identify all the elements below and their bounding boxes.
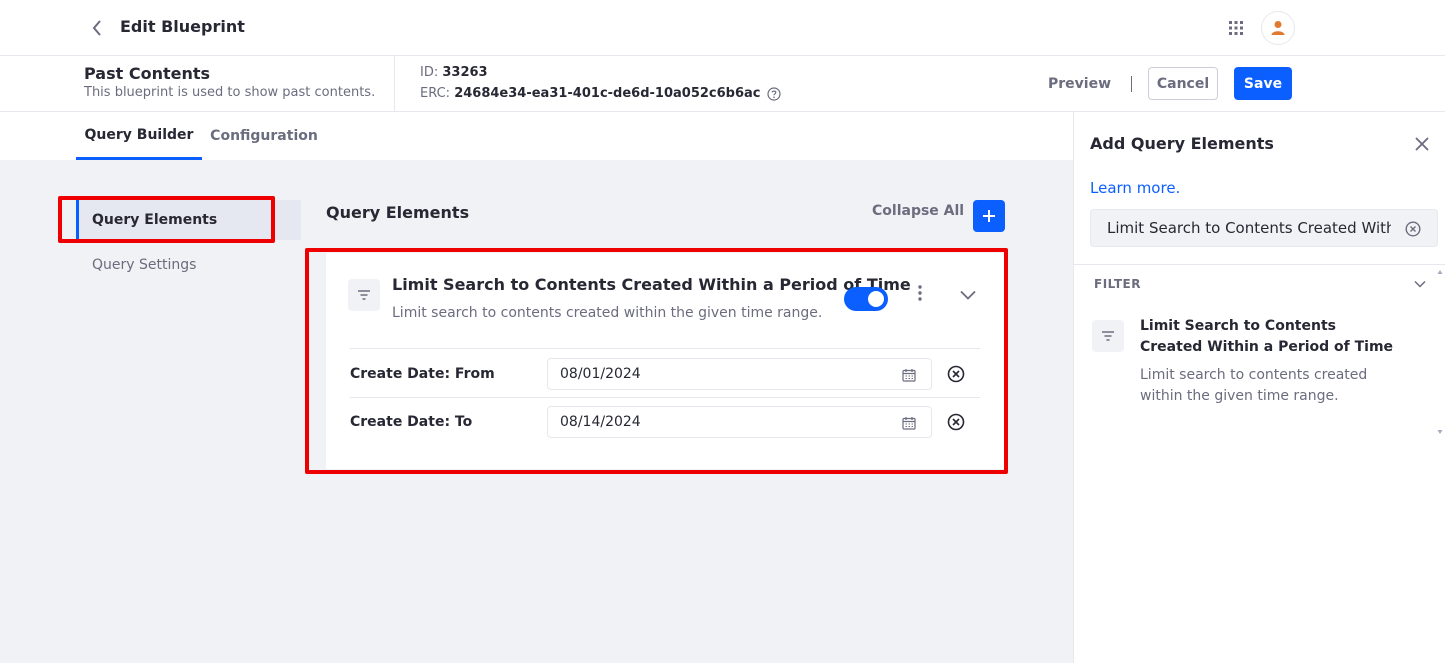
divider (350, 348, 980, 349)
clear-from-button[interactable] (946, 364, 966, 384)
tabs-bar: Query Builder Configuration (0, 112, 1073, 160)
chevron-down-icon (960, 290, 976, 300)
date-value-to: 08/14/2024 (560, 414, 641, 430)
close-icon (1415, 137, 1429, 151)
add-query-element-button[interactable] (973, 200, 1005, 232)
date-input-to[interactable]: 08/14/2024 (547, 406, 932, 438)
top-bar: Edit Blueprint (0, 0, 1445, 56)
scrollbar-arrows (1437, 270, 1443, 434)
card-options-button[interactable] (910, 281, 930, 305)
collapse-card-button[interactable] (956, 283, 980, 307)
collapse-all-button[interactable]: Collapse All (872, 203, 964, 219)
avatar[interactable] (1261, 11, 1295, 45)
date-value-from: 08/01/2024 (560, 366, 641, 382)
filter-collapse-button[interactable] (1410, 274, 1430, 294)
page-title: Edit Blueprint (120, 17, 245, 36)
erc-label: ERC: (420, 86, 451, 101)
add-query-elements-panel: Add Query Elements Learn more. FILTER Li… (1073, 112, 1445, 663)
calendar-icon (902, 417, 916, 430)
field-label-to: Create Date: To (350, 414, 473, 430)
blueprint-id: ID: 33263 (420, 65, 488, 80)
back-button[interactable] (84, 14, 110, 42)
divider (1131, 76, 1132, 92)
divider (350, 397, 980, 398)
user-icon (1271, 21, 1285, 35)
id-label: ID: (420, 65, 439, 80)
clear-icon (1405, 221, 1421, 237)
nav-item-query-settings[interactable]: Query Settings (76, 245, 301, 285)
section-title: Query Elements (326, 203, 470, 222)
divider (394, 56, 395, 112)
blueprint-erc: ERC: 24684e34-ea31-401c-de6d-10a052c6b6a… (420, 86, 781, 101)
clear-icon (947, 413, 965, 431)
search-input[interactable] (1091, 210, 1391, 246)
help-icon[interactable] (766, 86, 781, 101)
back-icon (92, 20, 101, 36)
preview-button[interactable]: Preview (1040, 68, 1119, 100)
calendar-button[interactable] (901, 367, 917, 383)
close-panel-button[interactable] (1412, 134, 1432, 154)
search-box (1090, 209, 1438, 247)
apps-grid-icon (1229, 21, 1243, 35)
plus-icon (983, 210, 995, 222)
id-value: 33263 (442, 65, 488, 80)
filter-section-label: FILTER (1094, 277, 1141, 291)
tab-configuration[interactable]: Configuration (202, 112, 326, 160)
main-content: Query Elements Query Settings Query Elem… (0, 160, 1073, 663)
result-icon (1092, 320, 1124, 352)
enable-toggle[interactable] (844, 287, 888, 311)
kebab-icon (918, 285, 922, 301)
erc-value: 24684e34-ea31-401c-de6d-10a052c6b6ac (454, 86, 761, 101)
nav-item-query-elements[interactable]: Query Elements (76, 200, 301, 240)
chevron-down-icon (1414, 280, 1426, 288)
apps-menu-button[interactable] (1224, 16, 1248, 40)
scrollbar[interactable] (1435, 267, 1445, 437)
toggle-knob (868, 291, 884, 307)
save-button[interactable]: Save (1234, 67, 1292, 100)
tab-query-builder[interactable]: Query Builder (76, 112, 202, 160)
card-description: Limit search to contents created within … (392, 305, 823, 321)
filter-icon (1102, 331, 1114, 341)
blueprint-description: This blueprint is used to show past cont… (84, 85, 376, 100)
date-input-from[interactable]: 08/01/2024 (547, 358, 932, 390)
cancel-button[interactable]: Cancel (1148, 67, 1218, 100)
result-item[interactable]: Limit Search to Contents Created Within … (1090, 312, 1430, 412)
blueprint-header: Past Contents This blueprint is used to … (0, 56, 1445, 112)
result-description: Limit search to contents created within … (1140, 367, 1368, 404)
divider (1074, 264, 1445, 265)
clear-to-button[interactable] (946, 412, 966, 432)
learn-more-link[interactable]: Learn more. (1090, 179, 1180, 197)
calendar-button[interactable] (901, 415, 917, 431)
card-title: Limit Search to Contents Created Within … (392, 275, 911, 294)
result-title: Limit Search to Contents Created Within … (1140, 318, 1394, 355)
calendar-icon (902, 369, 916, 382)
panel-title: Add Query Elements (1090, 134, 1274, 153)
clear-search-button[interactable] (1403, 219, 1423, 239)
query-element-card: Limit Search to Contents Created Within … (326, 253, 1004, 469)
clear-icon (947, 365, 965, 383)
filter-icon (358, 290, 370, 300)
blueprint-name: Past Contents (84, 64, 211, 83)
card-icon (348, 279, 380, 311)
field-label-from: Create Date: From (350, 366, 495, 382)
